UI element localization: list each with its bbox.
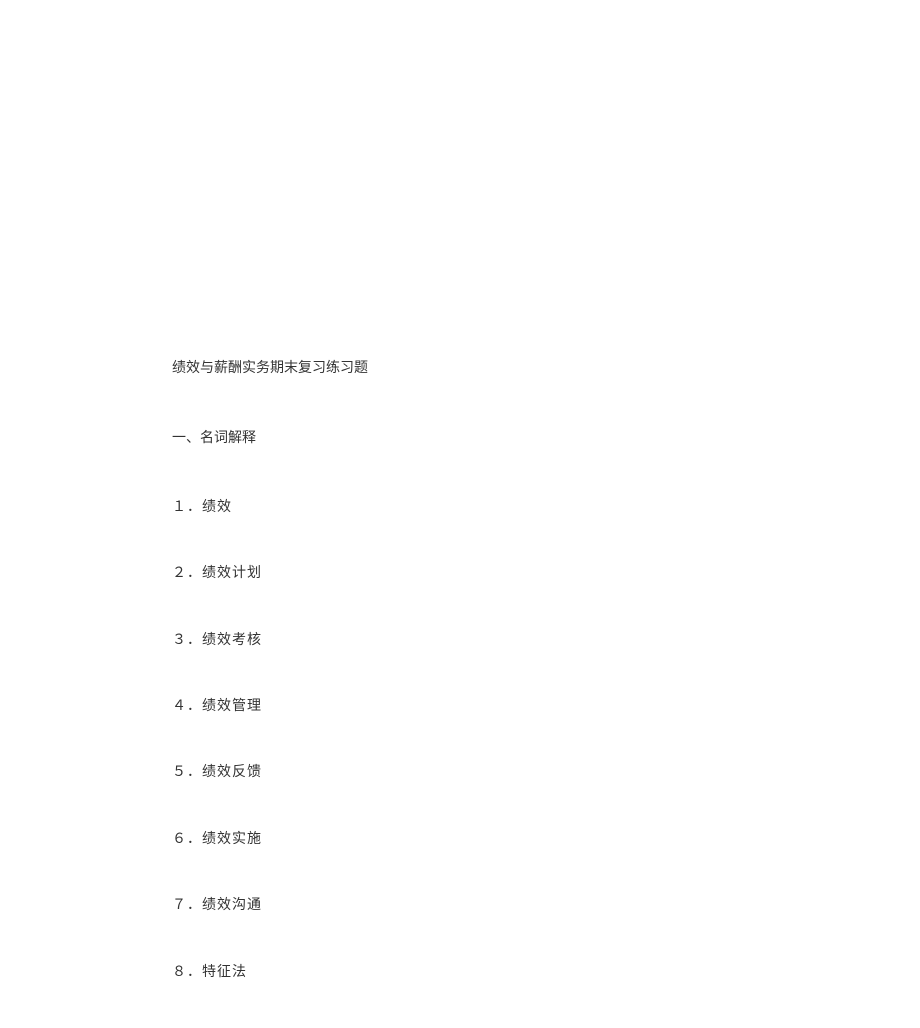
list-item: ５．绩效反馈 [172,762,752,784]
document-content: 绩效与薪酬实务期末复习练习题 一、名词解释 １．绩效 ２．绩效计划 ３．绩效考核… [172,358,752,1028]
list-item: ２．绩效计划 [172,563,752,585]
list-item: ３．绩效考核 [172,630,752,652]
section-header: 一、名词解释 [172,428,752,450]
list-item: ８．特征法 [172,962,752,984]
list-item: ４．绩效管理 [172,696,752,718]
list-item: １．绩效 [172,497,752,519]
list-item: ７．绩效沟通 [172,895,752,917]
document-title: 绩效与薪酬实务期末复习练习题 [172,358,752,380]
list-item: ６．绩效实施 [172,829,752,851]
